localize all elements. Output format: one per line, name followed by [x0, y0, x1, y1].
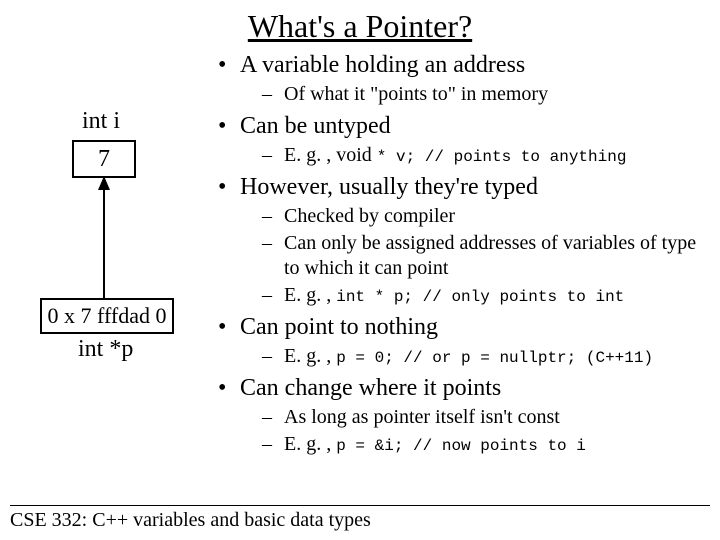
bullet-5-text: Can change where it points [240, 375, 501, 401]
bullet-3: However, usually they're typed Checked b… [212, 172, 712, 308]
box-value-i: 7 [72, 140, 136, 178]
bullet-5b-code: p = &i; // now points to i [336, 437, 586, 455]
bullet-4a-code: p = 0; // or p = nullptr; (C++11) [336, 349, 653, 367]
slide: What's a Pointer? int i 7 0 x 7 fffdad 0… [0, 0, 720, 540]
bullet-3b: Can only be assigned addresses of variab… [240, 231, 712, 281]
bullet-5b-pre: E. g. , [284, 433, 336, 455]
bullet-3c-pre: E. g. , [284, 284, 336, 306]
bullet-4a-pre: E. g. , [284, 345, 336, 367]
pointer-diagram: int i 7 0 x 7 fffdad 0 int *p [30, 108, 200, 408]
bullet-5b: E. g. , p = &i; // now points to i [240, 432, 712, 457]
bullet-1: A variable holding an address Of what it… [212, 50, 712, 107]
bullet-list: A variable holding an address Of what it… [212, 48, 712, 461]
label-int-p: int *p [78, 336, 133, 363]
label-int-i: int i [82, 108, 120, 135]
bullet-2a: E. g. , void * v; // points to anything [240, 143, 712, 168]
bullet-5: Can change where it points As long as po… [212, 373, 712, 457]
slide-title: What's a Pointer? [0, 0, 720, 45]
bullet-3c: E. g. , int * p; // only points to int [240, 283, 712, 308]
bullet-1-text: A variable holding an address [240, 52, 525, 78]
bullet-3a: Checked by compiler [240, 204, 712, 229]
bullet-4a: E. g. , p = 0; // or p = nullptr; (C++11… [240, 344, 712, 369]
bullet-2: Can be untyped E. g. , void * v; // poin… [212, 111, 712, 168]
arrow-icon [94, 176, 114, 298]
slide-footer: CSE 332: C++ variables and basic data ty… [10, 509, 371, 532]
bullet-5a: As long as pointer itself isn't const [240, 405, 712, 430]
bullet-2-text: Can be untyped [240, 113, 391, 139]
bullet-2a-pre: E. g. , void [284, 144, 377, 166]
box-pointer-address: 0 x 7 fffdad 0 [40, 298, 174, 334]
bullet-3-text: However, usually they're typed [240, 174, 538, 200]
footer-rule [10, 505, 710, 506]
bullet-1a: Of what it "points to" in memory [240, 82, 712, 107]
bullet-4: Can point to nothing E. g. , p = 0; // o… [212, 312, 712, 369]
bullet-4-text: Can point to nothing [240, 314, 438, 340]
bullet-2a-code: * v; // points to anything [377, 148, 627, 166]
bullet-3c-code: int * p; // only points to int [336, 288, 624, 306]
